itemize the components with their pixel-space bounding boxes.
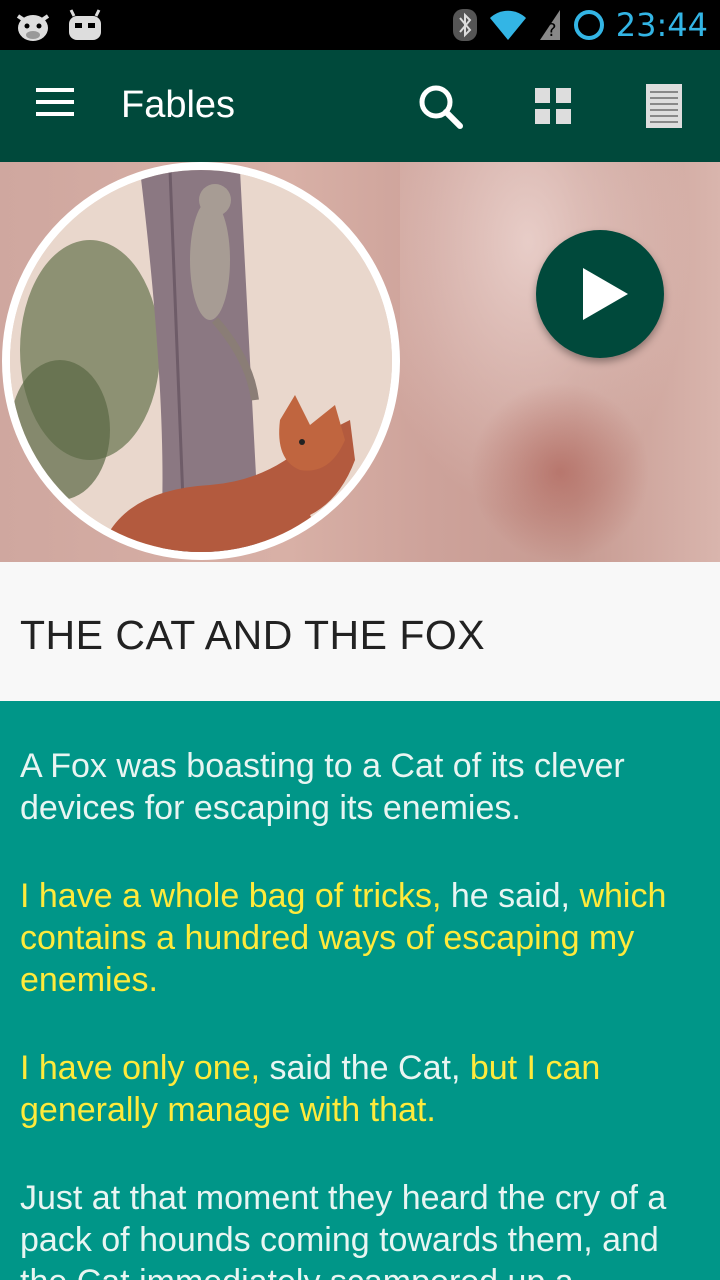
story-paragraph: I have only one, said the Cat, but I can… <box>20 1047 700 1131</box>
story-paragraph: A Fox was boasting to a Cat of its cleve… <box>20 745 700 829</box>
app-bar: Fables <box>0 50 720 162</box>
play-icon <box>583 268 628 320</box>
narration-text: Just at that moment they heard the cry o… <box>20 1179 667 1280</box>
status-time: 23:44 <box>615 6 708 44</box>
story-title-block: THE CAT AND THE FOX <box>0 562 720 701</box>
story-paragraph: I have a whole bag of tricks, he said, w… <box>20 875 700 1001</box>
narration-text: he said, <box>441 877 580 915</box>
no-signal-icon: ? <box>539 10 560 41</box>
svg-text:?: ? <box>547 20 557 41</box>
dialogue-text: I have only one, <box>20 1049 261 1087</box>
battery-ring-icon <box>573 10 604 40</box>
cyanogen-cow-icon <box>16 14 50 41</box>
story-title: THE CAT AND THE FOX <box>20 612 486 658</box>
play-button[interactable] <box>536 230 664 358</box>
app-title: Fables <box>121 84 236 126</box>
status-bar: ? 23:44 <box>0 0 720 50</box>
story-header <box>0 162 720 562</box>
narration-text: A Fox was boasting to a Cat of its cleve… <box>20 747 625 827</box>
bluetooth-icon <box>452 9 477 41</box>
list-view-icon[interactable] <box>638 80 690 132</box>
story-body: A Fox was boasting to a Cat of its cleve… <box>0 701 720 1280</box>
wifi-icon <box>489 10 526 40</box>
search-icon[interactable] <box>414 80 466 132</box>
menu-icon[interactable] <box>36 88 76 124</box>
dialogue-text: I have a whole bag of tricks, <box>20 877 442 915</box>
grid-view-icon[interactable] <box>527 80 579 132</box>
story-illustration <box>2 162 400 560</box>
narration-text: said the Cat, <box>260 1049 470 1087</box>
android-bot-icon <box>69 9 101 40</box>
story-paragraph: Just at that moment they heard the cry o… <box>20 1177 700 1280</box>
